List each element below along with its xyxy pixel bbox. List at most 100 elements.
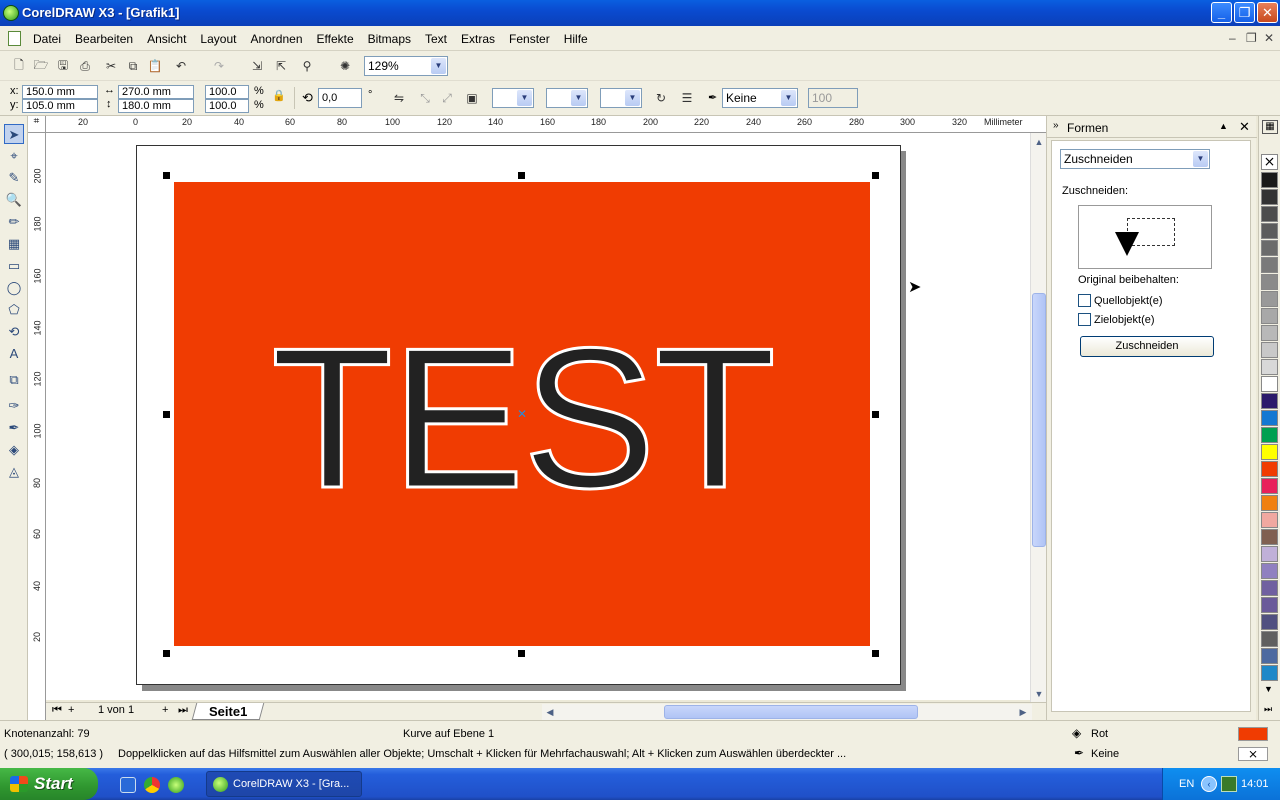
export-icon[interactable]: ⇱: [272, 57, 290, 75]
language-indicator[interactable]: EN: [1179, 778, 1194, 790]
outline-none-swatch[interactable]: ⨯: [1238, 747, 1268, 761]
node-icon[interactable]: ⤢: [438, 89, 456, 107]
color-swatch[interactable]: [1261, 427, 1278, 443]
color-swatch[interactable]: [1261, 325, 1278, 341]
menu-hilfe[interactable]: Hilfe: [557, 32, 595, 46]
zoom-tool-icon[interactable]: 🔍: [4, 190, 24, 210]
no-color-swatch[interactable]: ⨯: [1261, 154, 1278, 170]
selection-handle[interactable]: [518, 172, 525, 179]
coreldraw-quicklaunch-icon[interactable]: [168, 777, 184, 793]
height-field[interactable]: 180.0 mm: [118, 99, 194, 113]
chrome-icon[interactable]: [144, 777, 160, 793]
doc-minimize-icon[interactable]: –: [1229, 31, 1236, 45]
palette-expand-icon[interactable]: ⏭: [1264, 704, 1272, 715]
vertical-ruler[interactable]: 200 180 160 140 120 100 80 60 40 20: [28, 133, 46, 720]
color-swatch[interactable]: [1261, 240, 1278, 256]
outline-width-combo[interactable]: Keine ▼: [722, 88, 798, 108]
maximize-button[interactable]: ❐: [1234, 2, 1255, 23]
color-swatch[interactable]: [1261, 461, 1278, 477]
source-object-checkbox[interactable]: [1078, 294, 1091, 307]
rectangle-tool-icon[interactable]: ▭: [4, 256, 24, 276]
taskbar-item-coreldraw[interactable]: CorelDRAW X3 - [Gra...: [206, 771, 362, 797]
x-position-field[interactable]: 150.0 mm: [22, 85, 98, 99]
target-object-checkbox[interactable]: [1078, 313, 1091, 326]
show-desktop-icon[interactable]: [120, 777, 136, 793]
text-tool-icon[interactable]: A: [4, 344, 24, 364]
add-page-before-icon[interactable]: +: [68, 704, 74, 716]
color-swatch[interactable]: [1261, 495, 1278, 511]
color-swatch[interactable]: [1261, 563, 1278, 579]
color-swatch[interactable]: [1261, 614, 1278, 630]
selection-handle[interactable]: [872, 172, 879, 179]
start-button[interactable]: Start: [0, 768, 98, 800]
vertical-scroll-thumb[interactable]: [1032, 293, 1046, 547]
color-swatch[interactable]: [1261, 512, 1278, 528]
close-button[interactable]: ✕: [1257, 2, 1278, 23]
doc-close-icon[interactable]: ✕: [1264, 31, 1274, 45]
rotation-field[interactable]: 0,0: [318, 88, 362, 108]
y-position-field[interactable]: 105.0 mm: [22, 99, 98, 113]
basic-shapes-icon[interactable]: ⟲: [4, 322, 24, 342]
copy-icon[interactable]: ⧉: [124, 57, 142, 75]
color-swatch[interactable]: [1261, 308, 1278, 324]
color-swatch[interactable]: [1261, 393, 1278, 409]
fill-color-swatch[interactable]: [1238, 727, 1268, 741]
mirror-icon[interactable]: ⇋: [390, 89, 408, 107]
transparency-field[interactable]: 100: [808, 88, 858, 108]
ruler-origin[interactable]: ⌗: [28, 116, 46, 133]
docker-collapse-icon[interactable]: ▲: [1219, 121, 1228, 131]
lock-ratio-icon[interactable]: 🔒: [272, 89, 286, 102]
menu-effekte[interactable]: Effekte: [310, 32, 361, 46]
color-swatch[interactable]: [1261, 257, 1278, 273]
color-swatch[interactable]: [1261, 189, 1278, 205]
chevron-down-icon[interactable]: ▼: [781, 90, 796, 106]
tray-expand-icon[interactable]: ‹: [1201, 776, 1217, 792]
coreldraw-app-icon[interactable]: [3, 5, 19, 21]
width-field[interactable]: 270.0 mm: [118, 85, 194, 99]
color-swatch[interactable]: [1261, 478, 1278, 494]
horizontal-scrollbar[interactable]: ◀ ▶: [542, 704, 1032, 720]
selection-handle[interactable]: [518, 650, 525, 657]
selection-handle[interactable]: [163, 411, 170, 418]
selection-handle[interactable]: [872, 411, 879, 418]
color-swatch[interactable]: [1261, 529, 1278, 545]
trim-apply-button[interactable]: Zuschneiden: [1080, 336, 1214, 357]
undo-icon[interactable]: ↶: [172, 57, 190, 75]
weld-icon[interactable]: ⤡: [416, 89, 434, 107]
polygon-tool-icon[interactable]: ⬠: [4, 300, 24, 320]
horizontal-ruler[interactable]: 20 0 20 40 60 80 100 120 140 160 180 200…: [46, 116, 1046, 133]
color-swatch[interactable]: [1261, 359, 1278, 375]
smart-fill-icon[interactable]: ▦: [4, 234, 24, 254]
first-page-icon[interactable]: ⏮: [52, 704, 62, 717]
open-icon[interactable]: 🗁: [32, 57, 50, 75]
scroll-up-icon[interactable]: ▲: [1032, 135, 1046, 149]
redo-icon[interactable]: ↷: [210, 57, 228, 75]
save-icon[interactable]: 🖫: [54, 57, 72, 75]
scroll-right-icon[interactable]: ▶: [1016, 705, 1030, 719]
shape-tool-icon[interactable]: ⌖: [4, 146, 24, 166]
palette-menu-icon[interactable]: ▦: [1262, 120, 1278, 134]
scroll-down-icon[interactable]: ▼: [1032, 687, 1046, 701]
color-swatch[interactable]: [1261, 580, 1278, 596]
horizontal-scroll-thumb[interactable]: [664, 705, 918, 719]
color-swatch[interactable]: [1261, 546, 1278, 562]
color-swatch[interactable]: [1261, 206, 1278, 222]
interactive-blend-icon[interactable]: ⧉: [4, 370, 24, 390]
cut-icon[interactable]: ✂: [102, 57, 120, 75]
ellipse-tool-icon[interactable]: ◯: [4, 278, 24, 298]
minimize-button[interactable]: _: [1211, 2, 1232, 23]
color-swatch[interactable]: [1261, 342, 1278, 358]
tab-seite1[interactable]: Seite1: [191, 703, 265, 720]
menu-ansicht[interactable]: Ansicht: [140, 32, 193, 46]
color-swatch[interactable]: [1261, 376, 1278, 392]
paste-icon[interactable]: 📋: [146, 57, 164, 75]
color-swatch[interactable]: [1261, 648, 1278, 664]
color-swatch[interactable]: [1261, 291, 1278, 307]
chevron-down-icon[interactable]: ▼: [1193, 151, 1208, 167]
menu-bitmaps[interactable]: Bitmaps: [361, 32, 418, 46]
shaping-mode-select[interactable]: Zuschneiden ▼: [1060, 149, 1210, 169]
pick-tool-icon[interactable]: ➤: [4, 124, 24, 144]
wrap-text-icon[interactable]: ▣: [463, 89, 481, 107]
menu-layout[interactable]: Layout: [193, 32, 243, 46]
color-swatch[interactable]: [1261, 223, 1278, 239]
